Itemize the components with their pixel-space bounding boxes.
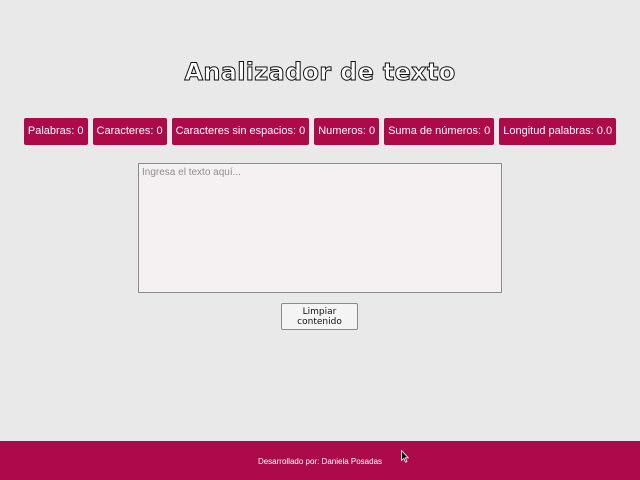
stat-value: 0 — [77, 125, 84, 137]
stat-word-length: Longitud palabras: 0.0 — [499, 118, 617, 145]
stat-value: 0 — [299, 125, 306, 137]
footer-credit: Desarrollado por: Daniela Posadas — [257, 456, 383, 466]
stat-characters: Caracteres: 0 — [92, 118, 167, 145]
stat-characters-no-spaces: Caracteres sin espacios: 0 — [171, 118, 310, 145]
stat-value: 0.0 — [596, 125, 613, 137]
footer: Desarrollado por: Daniela Posadas — [0, 441, 640, 480]
mouse-pointer-icon — [401, 450, 409, 463]
stats-bar: Palabras: 0 Caracteres: 0 Caracteres sin… — [0, 118, 640, 145]
stat-number-sum: Suma de números: 0 — [384, 118, 495, 145]
page: Analizador de texto Palabras: 0 Caracter… — [0, 0, 640, 480]
stat-label: Numeros — [318, 125, 363, 137]
stat-label: Suma de números — [388, 125, 478, 137]
stat-label: Palabras — [27, 125, 72, 137]
stat-value: 0 — [156, 125, 163, 137]
text-input-area[interactable] — [138, 163, 502, 293]
stat-numbers: Numeros: 0 — [314, 118, 380, 145]
stat-words: Palabras: 0 — [23, 118, 88, 145]
stat-label: Caracteres sin espacios — [175, 125, 293, 137]
clear-content-button[interactable]: Limpiar contenido — [281, 303, 358, 330]
stat-value: 0 — [368, 125, 376, 137]
stat-value: 0 — [484, 125, 491, 137]
stat-label: Caracteres — [96, 125, 151, 137]
page-title: Analizador de texto — [184, 58, 456, 87]
stat-label: Longitud palabras — [503, 125, 591, 137]
